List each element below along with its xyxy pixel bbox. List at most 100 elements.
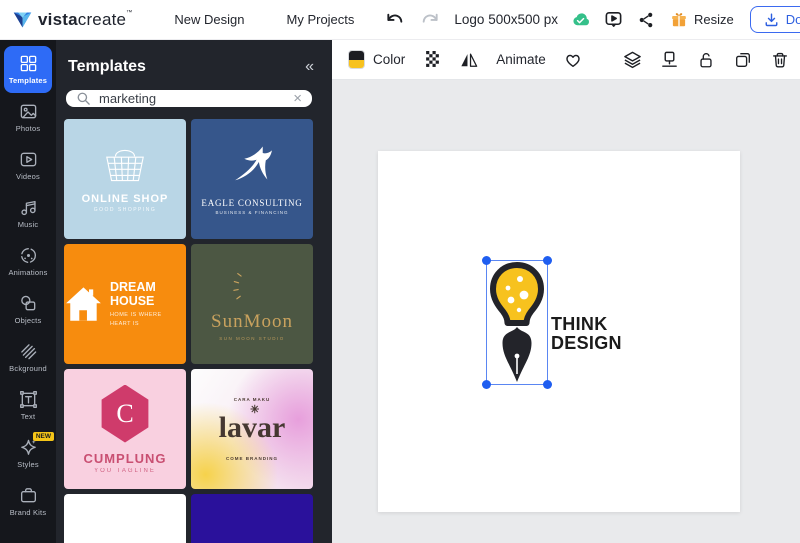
share-icon[interactable] bbox=[636, 10, 656, 30]
photos-icon bbox=[20, 104, 36, 119]
template-lavar[interactable]: CARA MAKU lavar ✳ COME BRANDING bbox=[191, 369, 313, 489]
template-subtitle: BUSINESS & FINANCING bbox=[215, 209, 289, 215]
sidebar-label: Brand Kits bbox=[9, 508, 47, 517]
logo-text-line2: DESIGN bbox=[551, 333, 622, 353]
download-icon bbox=[765, 13, 778, 27]
logo-text-line1: THINK bbox=[551, 314, 608, 334]
template-title: EAGLE CONSULTING bbox=[201, 197, 303, 208]
sidebar-label: Templates bbox=[8, 76, 48, 85]
sun-moon-icon bbox=[233, 271, 257, 303]
nav-new-design[interactable]: New Design bbox=[174, 12, 244, 27]
animations-icon bbox=[20, 247, 36, 264]
template-title: DREAM HOUSE bbox=[109, 280, 156, 309]
resize-button[interactable]: Resize bbox=[670, 11, 734, 29]
template-online-shop[interactable]: ONLINE SHOP GOOD SHOPPING bbox=[64, 119, 186, 239]
template-subtitle: HOME IS WHERE HEART IS bbox=[109, 312, 162, 327]
sidebar-label: Photos bbox=[15, 124, 41, 133]
delete-icon[interactable] bbox=[770, 50, 790, 70]
flip-icon[interactable] bbox=[459, 50, 479, 70]
briefcase-icon bbox=[20, 488, 36, 503]
animate-button[interactable]: Animate bbox=[496, 52, 546, 67]
videos-icon bbox=[20, 152, 36, 167]
template-cumplung[interactable]: C CUMPLUNG YOU TAGLINE bbox=[64, 369, 186, 489]
template-subtitle: YOU TAGLINE bbox=[94, 467, 156, 474]
editor-area: Color Animate THINK DESIGN bbox=[332, 40, 800, 543]
color-swatch-icon bbox=[348, 50, 365, 69]
panel-title: Templates bbox=[68, 58, 146, 75]
download-label: Download bbox=[785, 12, 800, 27]
vistacreate-app: vistacreate™ New Design My Projects Logo… bbox=[0, 0, 800, 543]
template-bottom-text: COME BRANDING bbox=[226, 456, 278, 461]
background-icon bbox=[20, 344, 36, 360]
color-button[interactable]: Color bbox=[348, 50, 405, 69]
sidebar-item-text[interactable]: Text bbox=[4, 382, 52, 429]
resize-handle-bottom-right[interactable] bbox=[543, 380, 552, 389]
lock-icon[interactable] bbox=[696, 50, 716, 70]
template-grid: ONLINE SHOP GOOD SHOPPING EAGLE CONSULTI… bbox=[64, 119, 332, 543]
resize-label: Resize bbox=[694, 12, 734, 27]
lavar-wordmark: lavar ✳ bbox=[218, 404, 286, 444]
template-title: ONLINE SHOP bbox=[81, 193, 169, 205]
vistacreate-logo[interactable]: vistacreate™ bbox=[12, 9, 132, 30]
template-dream-house[interactable]: DREAM HOUSE HOME IS WHERE HEART IS bbox=[64, 244, 186, 364]
color-label: Color bbox=[373, 52, 406, 67]
sidebar-item-favorites[interactable] bbox=[4, 526, 52, 543]
search-input[interactable] bbox=[99, 91, 286, 106]
templates-grid-icon bbox=[20, 55, 36, 72]
redo-icon[interactable] bbox=[420, 10, 440, 30]
download-button[interactable]: Download bbox=[749, 6, 800, 33]
template-partial-navy[interactable] bbox=[191, 494, 313, 543]
sidebar-item-animations[interactable]: Animations bbox=[4, 238, 52, 285]
cloud-saved-icon bbox=[570, 10, 590, 30]
resize-handle-top-right[interactable] bbox=[543, 256, 552, 265]
undo-icon[interactable] bbox=[384, 10, 404, 30]
template-subtitle: SUN MOON STUDIO bbox=[219, 336, 285, 341]
eagle-icon bbox=[235, 146, 272, 180]
sidebar-item-music[interactable]: Music bbox=[4, 190, 52, 237]
sidebar-label: Text bbox=[20, 412, 36, 421]
duplicate-icon[interactable] bbox=[733, 50, 753, 70]
basket-icon bbox=[106, 149, 144, 182]
template-partial-white[interactable] bbox=[64, 494, 186, 543]
sidebar-item-objects[interactable]: Objects bbox=[4, 286, 52, 333]
sidebar-label: Music bbox=[17, 220, 39, 229]
clear-search-icon[interactable]: × bbox=[293, 90, 302, 107]
nav-my-projects[interactable]: My Projects bbox=[287, 12, 355, 27]
canvas-workspace[interactable]: THINK DESIGN bbox=[332, 80, 800, 543]
top-header: vistacreate™ New Design My Projects Logo… bbox=[0, 0, 800, 40]
sidebar-item-photos[interactable]: Photos bbox=[4, 94, 52, 141]
resize-handle-bottom-left[interactable] bbox=[482, 380, 491, 389]
sidebar-label: Animations bbox=[8, 268, 48, 277]
collapse-panel-icon[interactable]: « bbox=[305, 58, 314, 76]
search-box: × bbox=[66, 90, 312, 107]
brand-name: vistacreate™ bbox=[38, 9, 133, 29]
sidebar-item-videos[interactable]: Videos bbox=[4, 142, 52, 189]
transparency-icon[interactable] bbox=[422, 50, 442, 70]
music-icon bbox=[20, 200, 36, 216]
logo-text-element[interactable]: THINK DESIGN bbox=[551, 315, 622, 353]
context-toolbar: Color Animate bbox=[332, 40, 800, 80]
hexagon-monogram: C bbox=[101, 384, 149, 443]
favorite-heart-icon[interactable] bbox=[563, 50, 583, 70]
template-title: SunMoon bbox=[211, 311, 293, 332]
resize-handle-top-left[interactable] bbox=[482, 256, 491, 265]
search-icon bbox=[77, 92, 90, 105]
sidebar-item-brand-kits[interactable]: Brand Kits bbox=[4, 478, 52, 525]
layers-icon[interactable] bbox=[622, 50, 642, 70]
sidebar-label: Videos bbox=[16, 172, 40, 181]
text-icon bbox=[19, 391, 37, 408]
vistacreate-triangle-icon bbox=[13, 12, 32, 28]
house-icon bbox=[66, 287, 101, 321]
present-icon[interactable] bbox=[603, 10, 623, 30]
template-eagle-consulting[interactable]: EAGLE CONSULTING BUSINESS & FINANCING bbox=[191, 119, 313, 239]
selected-element-bounding-box[interactable] bbox=[482, 256, 552, 389]
template-sunmoon[interactable]: SunMoon SUN MOON STUDIO bbox=[191, 244, 313, 364]
sidebar-item-background[interactable]: Bckground bbox=[4, 334, 52, 381]
position-icon[interactable] bbox=[659, 50, 679, 70]
template-top-text: CARA MAKU bbox=[233, 397, 271, 402]
document-title[interactable]: Logo 500x500 px bbox=[454, 12, 558, 27]
sidebar-item-styles[interactable]: NEW Styles bbox=[4, 430, 54, 477]
lightbulb-pen-logo[interactable] bbox=[486, 261, 548, 386]
sidebar-item-templates[interactable]: Templates bbox=[4, 46, 52, 93]
objects-icon bbox=[20, 295, 35, 311]
